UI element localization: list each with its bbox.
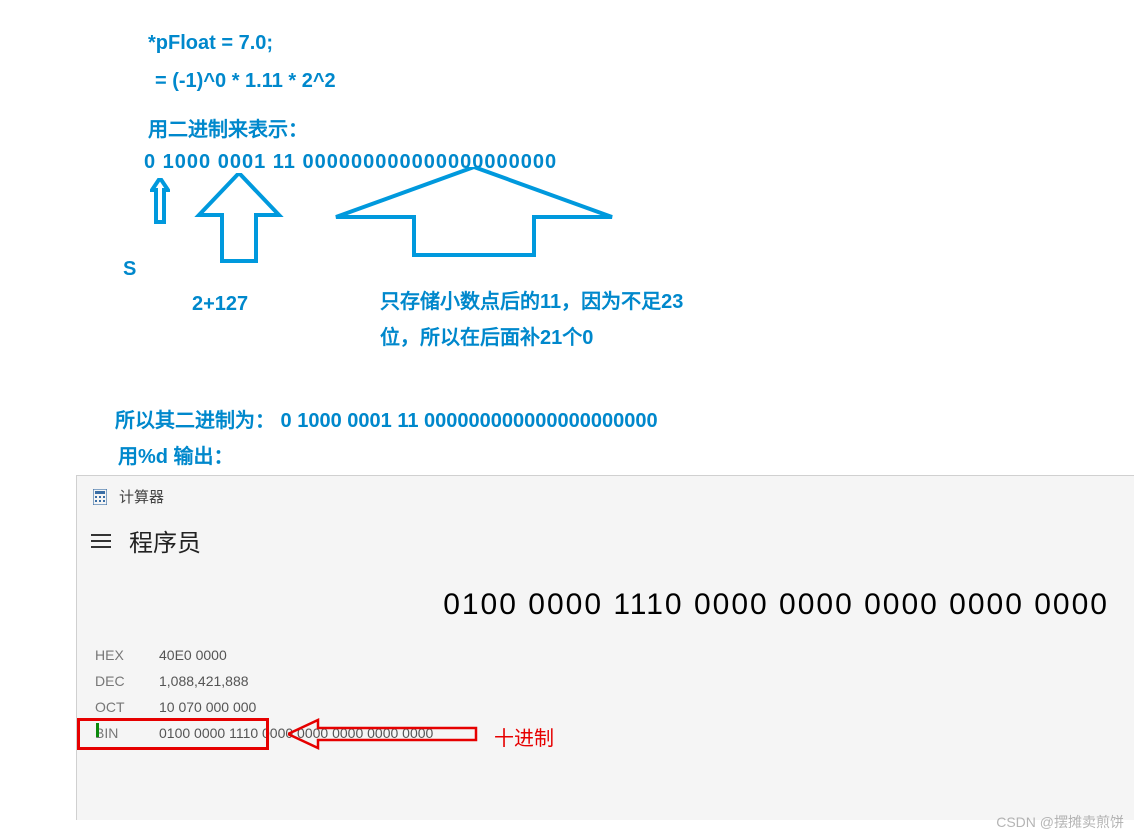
code-line-formula: = (-1)^0 * 1.11 * 2^2 <box>155 70 336 93</box>
mantissa-arrow-icon <box>334 167 614 257</box>
hex-value: 40E0 0000 <box>159 647 227 663</box>
calculator-mode-label: 程序员 <box>129 523 201 558</box>
decimal-label: 十进制 <box>494 722 554 751</box>
code-line-assignment: *pFloat = 7.0; <box>148 32 273 55</box>
dec-label: DEC <box>95 673 135 689</box>
oct-value: 10 070 000 000 <box>159 699 256 715</box>
mantissa-note-line2: 位，所以在后面补21个0 <box>380 321 593 350</box>
watermark: CSDN @摆摊卖煎饼 <box>996 812 1124 832</box>
oct-label: OCT <box>95 699 135 715</box>
calculator-window: 计算器 程序员 0100 0000 1110 0000 0000 0000 00… <box>76 475 1134 820</box>
hex-row[interactable]: HEX 40E0 0000 <box>95 642 1116 668</box>
exponent-label: 2+127 <box>192 293 248 316</box>
calculator-mode-row: 程序员 <box>77 517 1134 558</box>
exponent-arrow-icon <box>194 173 284 263</box>
binary-summary: 所以其二进制为： 0 1000 0001 11 0000000000000000… <box>115 404 658 433</box>
calculator-app-title: 计算器 <box>119 486 164 507</box>
oct-row[interactable]: OCT 10 070 000 000 <box>95 694 1116 720</box>
hamburger-icon[interactable] <box>91 534 111 548</box>
dec-row[interactable]: DEC 1,088,421,888 <box>95 668 1116 694</box>
printf-label: 用%d 输出： <box>118 440 234 469</box>
calculator-icon <box>93 489 107 505</box>
dec-value: 1,088,421,888 <box>159 673 249 689</box>
calculator-display: 0100 0000 1110 0000 0000 0000 0000 0000 <box>77 558 1134 642</box>
dec-highlight-box <box>77 718 269 750</box>
red-arrow-icon <box>288 718 478 750</box>
calculator-titlebar: 计算器 <box>77 476 1134 517</box>
sign-arrow-icon <box>150 178 170 224</box>
hex-label: HEX <box>95 647 135 663</box>
binary-repr-label: 用二进制来表示： <box>148 113 308 142</box>
sign-label: S <box>123 258 136 281</box>
mantissa-note-line1: 只存储小数点后的11，因为不足23 <box>380 285 683 314</box>
